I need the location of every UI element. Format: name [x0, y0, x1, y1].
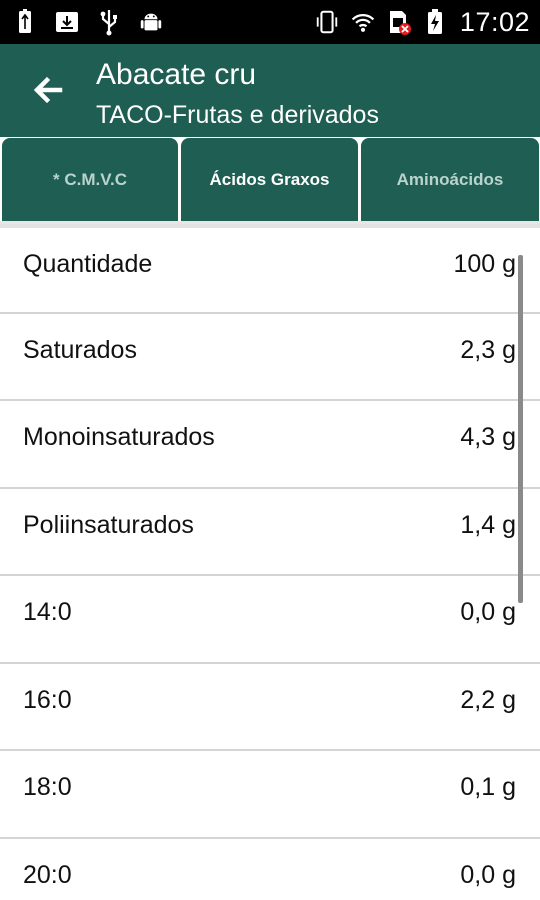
page-title: Abacate cru: [96, 58, 257, 91]
nutrient-list[interactable]: Quantidade 100 g Saturados 2,3 g Monoins…: [0, 224, 540, 900]
row-value: 100 g: [453, 250, 516, 278]
arrow-left-icon: [33, 76, 63, 104]
list-item: 16:0 2,2 g: [0, 661, 540, 750]
list-item: Quantidade 100 g: [0, 224, 540, 312]
row-label: 18:0: [23, 773, 72, 801]
list-item: Poliinsaturados 1,4 g: [0, 486, 540, 575]
row-label: 14:0: [23, 598, 72, 626]
list-item: 20:0 0,0 g: [0, 836, 540, 900]
row-value: 0,0 g: [460, 598, 516, 626]
row-value: 2,2 g: [460, 685, 516, 714]
scrollbar[interactable]: [518, 255, 523, 603]
page-subtitle: TACO-Frutas e derivados: [96, 101, 379, 129]
download-icon: [54, 7, 80, 37]
status-clock: 17:02: [459, 6, 530, 37]
row-value: 1,4 g: [460, 510, 516, 539]
list-item: 18:0 0,1 g: [0, 749, 540, 837]
tab-acidos-graxos[interactable]: Ácidos Graxos: [181, 138, 358, 221]
row-value: 0,0 g: [460, 860, 516, 889]
android-icon: [138, 7, 164, 37]
back-button[interactable]: [28, 70, 68, 110]
row-label: Saturados: [23, 335, 137, 364]
row-label: 16:0: [23, 685, 72, 714]
row-value: 4,3 g: [460, 423, 516, 451]
list-item: Monoinsaturados 4,3 g: [0, 399, 540, 487]
usb-icon: [96, 7, 122, 37]
row-label: Poliinsaturados: [23, 510, 194, 539]
list-item: Saturados 2,3 g: [0, 311, 540, 400]
row-value: 2,3 g: [460, 335, 516, 364]
tab-cmvc[interactable]: * C.M.V.C: [2, 138, 178, 221]
battery-charging-icon: [422, 7, 448, 37]
vibrate-icon: [314, 7, 340, 37]
row-value: 0,1 g: [460, 773, 516, 801]
tab-bar: * C.M.V.C Ácidos Graxos Aminoácidos: [0, 137, 540, 224]
no-sim-icon: [386, 7, 412, 37]
row-label: 20:0: [23, 860, 72, 889]
app-bar: Abacate cru TACO-Frutas e derivados: [0, 44, 540, 137]
row-label: Monoinsaturados: [23, 423, 215, 451]
wifi-icon: [350, 7, 376, 37]
row-label: Quantidade: [23, 250, 153, 278]
list-item: 14:0 0,0 g: [0, 574, 540, 662]
status-bar: 17:02: [0, 0, 540, 44]
tab-aminoacidos[interactable]: Aminoácidos: [361, 138, 539, 221]
usb-battery-icon: [12, 7, 38, 37]
